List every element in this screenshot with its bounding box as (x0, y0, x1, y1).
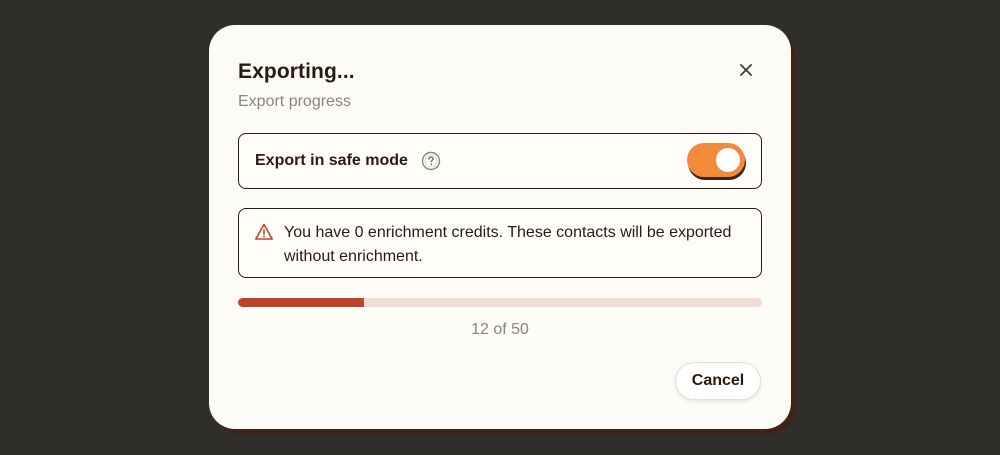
warning-alert: You have 0 enrichment credits. These con… (238, 208, 762, 278)
close-button[interactable] (733, 57, 759, 83)
progress-bar (238, 298, 762, 307)
dialog-subtitle: Export progress (238, 93, 351, 110)
cancel-button[interactable]: Cancel (675, 362, 761, 400)
close-icon (740, 64, 752, 76)
safe-mode-toggle[interactable] (687, 143, 746, 180)
warning-triangle-icon (255, 223, 273, 240)
dialog-title: Exporting... (238, 60, 355, 83)
progress-count: 12 of 50 (471, 321, 529, 338)
toggle-knob (716, 148, 740, 172)
safe-mode-row: Export in safe mode (238, 133, 762, 189)
export-dialog: Exporting... Export progress Export in s… (209, 25, 791, 429)
safe-mode-label: Export in safe mode (255, 152, 408, 169)
question-circle-icon[interactable] (421, 151, 441, 171)
warning-message: You have 0 enrichment credits. These con… (284, 224, 732, 265)
progress-bar-fill (238, 298, 364, 307)
